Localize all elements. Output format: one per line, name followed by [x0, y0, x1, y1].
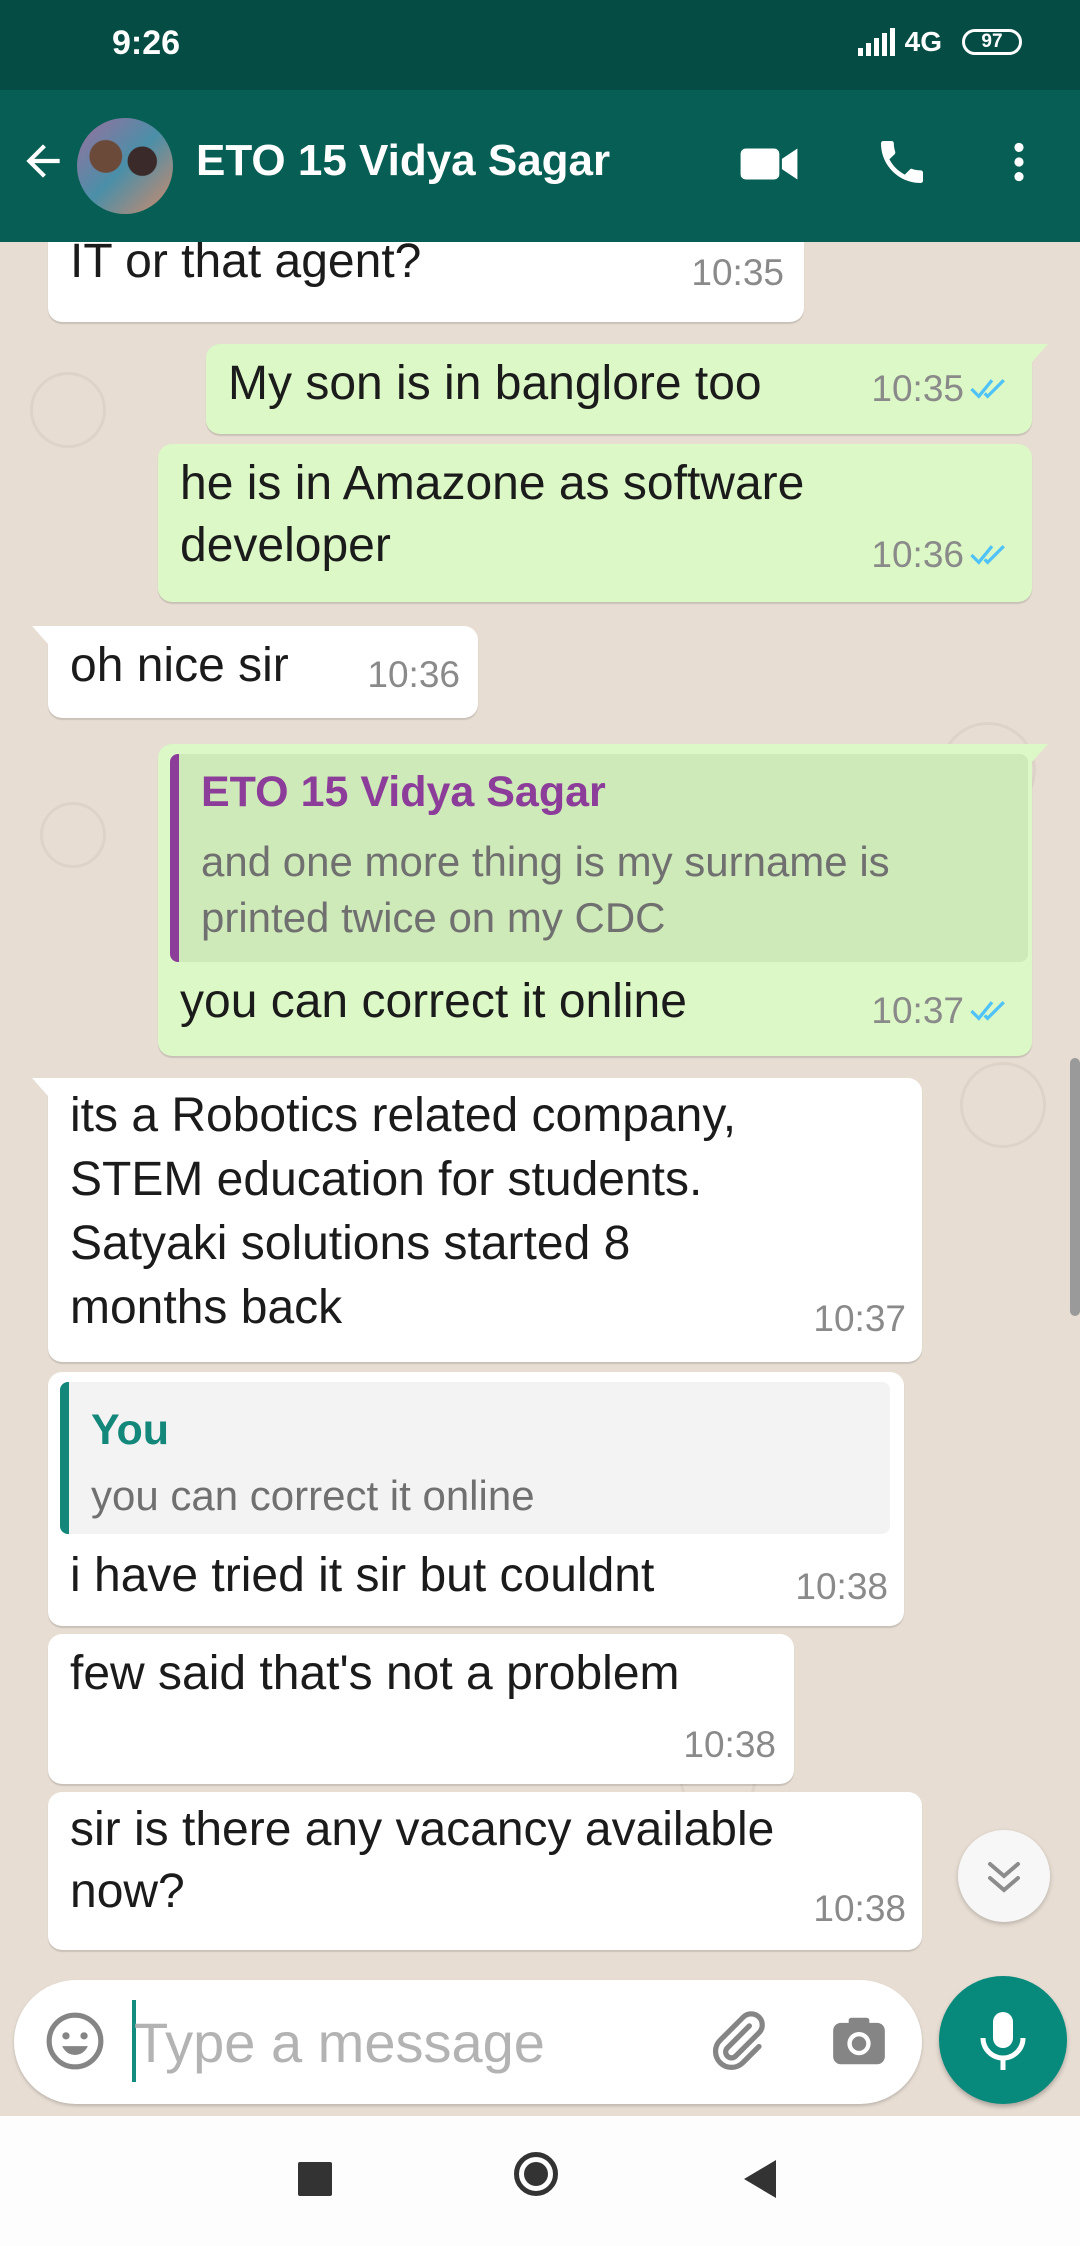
status-bar: 9:26 4G 97 — [0, 0, 1080, 90]
wallpaper-doodle — [960, 1062, 1046, 1148]
recents-icon[interactable] — [298, 2162, 332, 2196]
voice-call-button[interactable] — [874, 134, 930, 195]
message-text: IT or that agent? — [70, 242, 422, 288]
emoji-icon — [46, 2012, 104, 2070]
message-text: i have tried it sir but couldnt — [70, 1549, 655, 1602]
home-icon[interactable] — [514, 2152, 558, 2196]
message-text: few said that's not a problem — [70, 1647, 680, 1700]
message-text: sir is there any vacancy available — [70, 1803, 775, 1856]
message-text: developer — [180, 519, 391, 572]
voice-record-button[interactable] — [939, 1976, 1067, 2104]
camera-icon — [833, 2017, 885, 2065]
chevron-double-down-icon — [988, 1862, 1020, 1893]
paperclip-icon — [712, 2011, 765, 2070]
incoming-message[interactable]: sir is there any vacancy available now? … — [48, 1792, 922, 1950]
arrow-left-icon — [26, 144, 60, 178]
more-vert-icon — [1014, 142, 1024, 182]
message-time: 10:38 — [683, 1724, 776, 1765]
quoted-text: printed twice on my CDC — [201, 894, 666, 941]
phone-icon — [881, 141, 923, 183]
message-text: Satyaki solutions started 8 — [70, 1217, 631, 1270]
outgoing-message[interactable]: My son is in banglore too 10:35 — [206, 344, 1048, 434]
more-options-button[interactable] — [994, 134, 1044, 195]
double-check-icon — [970, 1001, 1005, 1021]
message-time: 10:35 — [691, 252, 784, 293]
message-time: 10:35 — [871, 368, 964, 409]
wallpaper-doodle — [40, 802, 106, 868]
double-check-icon — [970, 545, 1005, 565]
outgoing-message[interactable]: he is in Amazone as software developer 1… — [158, 444, 1032, 602]
quoted-text: you can correct it online — [91, 1472, 535, 1519]
signal-icon — [857, 28, 895, 56]
quoted-author: ETO 15 Vidya Sagar — [201, 768, 606, 816]
message-text: its a Robotics related company, — [70, 1089, 737, 1142]
outgoing-reply-message[interactable]: ETO 15 Vidya Sagar and one more thing is… — [158, 744, 1048, 1056]
incoming-message[interactable]: its a Robotics related company, STEM edu… — [32, 1078, 922, 1362]
incoming-message[interactable]: IT or that agent? 10:35 — [48, 242, 804, 322]
attach-button[interactable] — [704, 2008, 770, 2079]
scroll-to-bottom-button[interactable] — [958, 1830, 1050, 1922]
incoming-message[interactable]: few said that's not a problem 10:38 — [48, 1634, 794, 1784]
scrollbar[interactable] — [1070, 1058, 1080, 1316]
wallpaper-doodle — [30, 372, 106, 448]
message-text: now? — [70, 1865, 185, 1918]
incoming-reply-message[interactable]: You you can correct it online i have tri… — [48, 1372, 904, 1626]
contact-name[interactable]: ETO 15 Vidya Sagar — [196, 136, 610, 186]
camera-button[interactable] — [828, 2010, 890, 2077]
message-text: he is in Amazone as software — [180, 457, 805, 510]
emoji-button[interactable] — [44, 2010, 106, 2077]
message-text: months back — [70, 1281, 343, 1334]
message-time: 10:38 — [813, 1888, 906, 1929]
status-time: 9:26 — [112, 24, 181, 62]
battery-icon: 97 — [962, 29, 1022, 55]
system-nav-bar — [0, 2116, 1080, 2246]
status-icons: 4G 97 — [857, 26, 1022, 58]
message-time: 10:37 — [813, 1298, 906, 1339]
message-text: oh nice sir — [70, 639, 289, 692]
video-call-button[interactable] — [738, 138, 800, 195]
battery-level: 97 — [981, 31, 1003, 52]
message-list[interactable]: IT or that agent? 10:35 My son is in ban… — [0, 242, 1080, 1980]
quoted-message[interactable]: ETO 15 Vidya Sagar and one more thing is… — [170, 754, 1028, 962]
quoted-message[interactable]: You you can correct it online — [60, 1382, 890, 1534]
avatar[interactable] — [77, 118, 173, 214]
quoted-author: You — [91, 1406, 170, 1454]
message-text: My son is in banglore too — [228, 357, 762, 410]
chat-header: ETO 15 Vidya Sagar — [0, 90, 1080, 242]
double-check-icon — [970, 379, 1005, 399]
incoming-message[interactable]: oh nice sir 10:36 — [32, 626, 478, 718]
message-composer — [14, 1980, 922, 2104]
message-time: 10:38 — [795, 1566, 888, 1607]
message-input[interactable] — [134, 2004, 694, 2080]
quoted-text: and one more thing is my surname is — [201, 838, 890, 885]
message-time: 10:37 — [871, 990, 964, 1031]
message-text: STEM education for students. — [70, 1153, 703, 1206]
video-call-icon — [740, 148, 798, 180]
message-text: you can correct it online — [180, 975, 687, 1028]
message-time: 10:36 — [871, 534, 964, 575]
network-type: 4G — [904, 26, 942, 57]
mic-icon — [980, 2012, 1026, 2070]
message-time: 10:36 — [367, 654, 460, 695]
back-nav-icon[interactable] — [744, 2160, 776, 2198]
back-button[interactable] — [18, 136, 68, 191]
